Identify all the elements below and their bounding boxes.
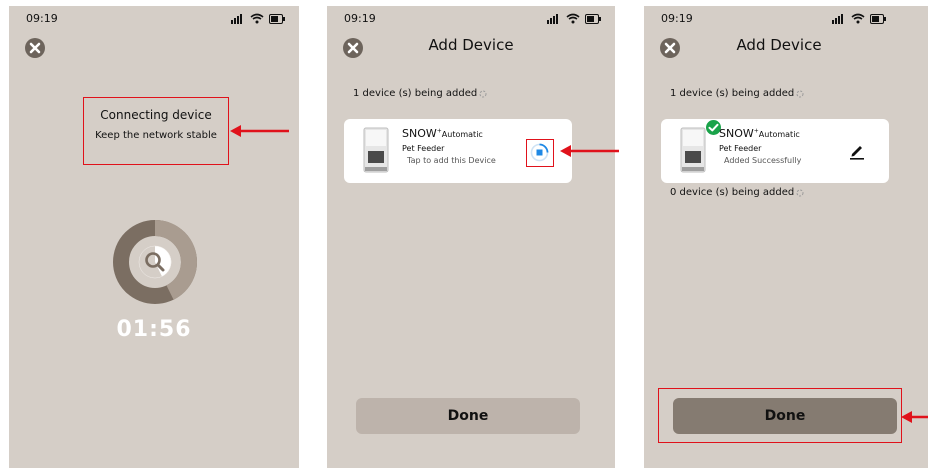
status-time: 09:19 (26, 12, 58, 25)
add-progress-icon (530, 143, 549, 162)
page-title: Add Device (736, 36, 822, 54)
arrow-annotation-3 (901, 411, 928, 423)
adding-count-label: 1 device (s) being added (670, 88, 795, 99)
product-brand: SNOW (719, 127, 754, 140)
countdown-timer: 01:56 (116, 317, 192, 342)
adding-count: 1 device (s) being added (353, 88, 487, 99)
connecting-message-highlight: Connecting device Keep the network stabl… (83, 97, 229, 165)
arrow-annotation-1 (230, 125, 289, 137)
loading-spinner-icon (796, 189, 804, 197)
search-progress-ring (113, 220, 197, 304)
done-button[interactable]: Done (673, 398, 897, 434)
signal-icon (547, 13, 558, 24)
product-type: Pet Feeder (402, 144, 445, 153)
signal-icon (231, 13, 242, 24)
battery-icon (585, 13, 601, 24)
status-time: 09:19 (661, 12, 693, 25)
adding-count-label: 1 device (s) being added (353, 88, 478, 99)
loading-spinner-icon (479, 90, 487, 98)
screen-connecting: 09:19 Connecting device Keep the network… (9, 6, 299, 468)
wifi-icon (851, 13, 865, 24)
page-title: Add Device (428, 36, 514, 54)
product-hint: Tap to add this Device (407, 156, 496, 165)
battery-icon (870, 13, 886, 24)
remaining-count: 0 device (s) being added (670, 187, 804, 198)
product-type: Pet Feeder (719, 144, 762, 153)
device-card[interactable]: SNOW+Automatic Pet Feeder Added Successf… (661, 119, 889, 183)
close-icon (29, 42, 41, 54)
screen-added-successfully: 09:19 Add Device 1 device (s) being adde… (644, 6, 928, 468)
status-bar: 09:19 (26, 12, 285, 28)
arrow-annotation-2 (560, 145, 619, 157)
pet-feeder-image (363, 127, 389, 173)
status-bar: 09:19 (661, 12, 918, 28)
signal-icon (832, 13, 843, 24)
product-status: Added Successfully (724, 156, 802, 165)
edit-pencil-icon[interactable] (847, 141, 867, 161)
connecting-title: Connecting device (100, 108, 212, 122)
screen-add-device: 09:19 Add Device 1 device (s) being adde… (327, 6, 615, 468)
remaining-count-label: 0 device (s) being added (670, 187, 795, 198)
adding-count: 1 device (s) being added (670, 88, 804, 99)
product-brand: SNOW (402, 127, 437, 140)
loading-spinner-icon (796, 90, 804, 98)
product-model: Automatic (758, 130, 800, 139)
wifi-icon (250, 13, 264, 24)
status-time: 09:19 (344, 12, 376, 25)
add-device-button[interactable] (526, 139, 554, 167)
pet-feeder-image (680, 127, 706, 173)
close-button[interactable] (25, 38, 45, 58)
connecting-subtitle: Keep the network stable (95, 130, 217, 141)
device-card[interactable]: SNOW+Automatic Pet Feeder Tap to add thi… (344, 119, 572, 183)
product-model: Automatic (441, 130, 483, 139)
battery-icon (269, 13, 285, 24)
done-button[interactable]: Done (356, 398, 580, 434)
wifi-icon (566, 13, 580, 24)
status-bar: 09:19 (344, 12, 601, 28)
